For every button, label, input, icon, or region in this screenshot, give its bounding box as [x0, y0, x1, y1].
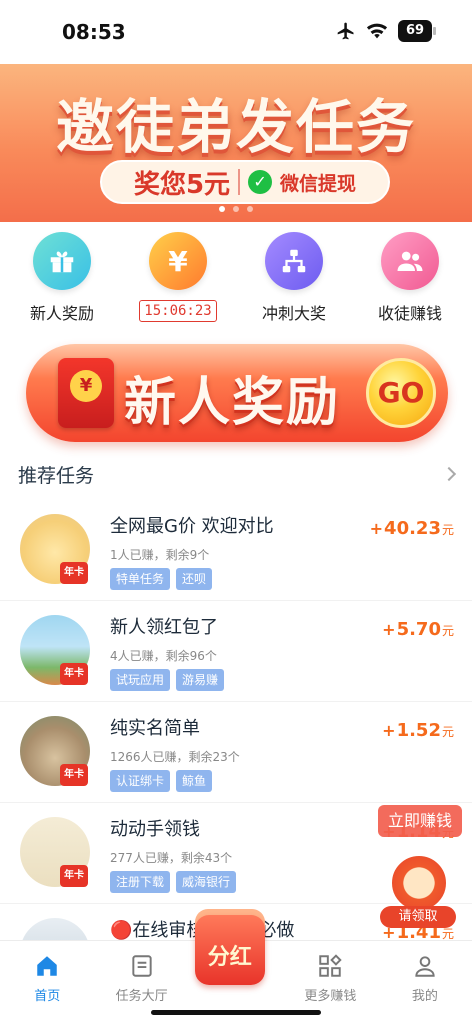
task-title: 动动手领钱: [110, 819, 200, 840]
go-button[interactable]: GO: [366, 358, 436, 428]
task-meta: 1266人已赚，剩余23个: [110, 750, 240, 764]
task-tag: 试玩应用: [110, 669, 171, 691]
tab-label: 任务大厅: [115, 989, 168, 1004]
reward-unit: 元: [441, 624, 454, 638]
yen-coin-icon: ¥: [70, 370, 102, 402]
annual-card-badge: 年卡: [60, 764, 88, 786]
carousel-dots: [0, 206, 472, 212]
document-icon: [131, 955, 152, 977]
reward-unit: 元: [441, 523, 454, 537]
yen-icon: ¥: [149, 232, 207, 290]
home-indicator: [151, 1010, 321, 1015]
task-tag: 威海银行: [176, 871, 237, 893]
check-icon: ✓: [248, 170, 273, 194]
task-tag: 游易赚: [176, 669, 225, 691]
task-tags: 试玩应用 游易赚: [110, 669, 225, 691]
sprint-icon: [265, 232, 323, 290]
reward-plus: +: [382, 721, 396, 740]
task-tag: 注册下载: [110, 871, 171, 893]
section-title: 推荐任务: [18, 464, 95, 487]
carousel-dot[interactable]: [219, 206, 225, 212]
task-title: 全网最G价 欢迎对比: [110, 516, 274, 537]
task-row[interactable]: 年卡 全网最G价 欢迎对比 1人已赚，剩余9个 特单任务 还呗 +40.23元: [0, 500, 472, 601]
task-reward: +5.70元: [382, 619, 454, 640]
carousel-dot[interactable]: [247, 206, 253, 212]
reward-plus: +: [382, 620, 396, 639]
claim-clock-widget[interactable]: 请领取: [380, 852, 456, 928]
task-row[interactable]: 年卡 纯实名简单 1266人已赚，剩余23个 认证绑卡 鲸鱼 +1.52元: [0, 702, 472, 803]
task-title: 纯实名简单: [110, 718, 200, 739]
invite-icon: [381, 232, 439, 290]
quick-entry-label: 新人奖励: [29, 304, 94, 323]
task-tags: 认证绑卡 鲸鱼: [110, 770, 213, 792]
tab-label: 首页: [34, 989, 61, 1004]
carousel-dot[interactable]: [233, 206, 239, 212]
quick-entry-newbie[interactable]: 新人奖励: [7, 232, 117, 332]
task-meta: 4人已赚，剩余96个: [110, 649, 217, 663]
banner-wechat-label: 微信提现: [280, 172, 357, 195]
claim-label: 请领取: [380, 906, 456, 928]
annual-card-badge: 年卡: [60, 865, 88, 887]
countdown-timer: 15:06:23: [139, 300, 217, 322]
banner-reward-text: 奖您5元: [133, 169, 231, 200]
quick-entry-sprint[interactable]: 冲刺大奖: [239, 232, 349, 332]
reward-amount: 5.70: [396, 619, 441, 640]
task-reward: +40.23元: [370, 518, 454, 539]
task-meta: 277人已赚，剩余43个: [110, 851, 233, 865]
task-tags: 特单任务 还呗: [110, 568, 213, 590]
task-tag: 还呗: [176, 568, 213, 590]
quick-entry-countdown[interactable]: ¥ 15:06:23: [123, 232, 233, 332]
task-reward: +1.52元: [382, 720, 454, 741]
app-screen: 08:53 69 邀徒弟发任务 奖您5元 ✓ 微信提现 新人奖励 ¥ 15:06…: [0, 0, 472, 1024]
quick-entry-label: 冲刺大奖: [261, 304, 326, 323]
alarm-clock-icon: [390, 854, 448, 912]
gift-icon: [33, 232, 91, 290]
quick-entry-row: 新人奖励 ¥ 15:06:23 冲刺大奖 收徒赚钱: [0, 232, 472, 332]
task-meta: 1人已赚，剩余9个: [110, 548, 210, 562]
task-tags: 注册下载 威海银行: [110, 871, 237, 893]
reward-amount: 40.23: [384, 518, 441, 539]
dividend-badge: 分红: [194, 915, 265, 985]
newbie-banner-title: 新人奖励: [124, 373, 341, 433]
annual-card-badge: 年卡: [60, 562, 88, 584]
task-title: 新人领红包了: [110, 617, 218, 638]
task-avatar: [20, 918, 90, 940]
annual-card-badge: 年卡: [60, 663, 88, 685]
invite-banner[interactable]: 邀徒弟发任务 奖您5元 ✓ 微信提现: [0, 64, 472, 222]
task-row[interactable]: 年卡 新人领红包了 4人已赚，剩余96个 试玩应用 游易赚 +5.70元: [0, 601, 472, 702]
status-icons: 69: [336, 20, 436, 42]
red-envelope-icon: ¥: [58, 358, 114, 428]
quick-entry-label: 收徒赚钱: [377, 304, 442, 323]
banner-reward-pill: 奖您5元 ✓ 微信提现: [100, 160, 390, 204]
newbie-reward-banner[interactable]: ¥ 新人奖励 GO: [26, 344, 448, 442]
task-tag: 鲸鱼: [176, 770, 213, 792]
user-icon: [415, 956, 435, 977]
home-icon: [37, 956, 57, 976]
status-time: 08:53: [62, 20, 126, 44]
wifi-icon: [366, 23, 388, 39]
chevron-right-icon: [441, 466, 457, 482]
status-bar: 08:53 69: [0, 0, 472, 64]
tab-label: 更多赚钱: [304, 989, 357, 1004]
tab-mine[interactable]: 我的: [378, 941, 472, 1024]
pill-divider: [238, 169, 241, 195]
tab-label: 我的: [411, 989, 438, 1004]
reward-unit: 元: [441, 927, 454, 940]
reward-plus: +: [369, 519, 384, 538]
reward-unit: 元: [441, 725, 454, 739]
task-tag: 认证绑卡: [110, 770, 171, 792]
tab-home[interactable]: 首页: [0, 941, 94, 1024]
task-tag: 特单任务: [110, 568, 171, 590]
recommended-tasks-header[interactable]: 推荐任务: [0, 452, 472, 496]
banner-title: 邀徒弟发任务: [55, 93, 416, 161]
airplane-icon: [337, 22, 354, 40]
quick-entry-invite[interactable]: 收徒赚钱: [355, 232, 465, 332]
earn-now-button[interactable]: 立即赚钱: [378, 805, 462, 837]
apps-icon: [319, 954, 343, 977]
reward-amount: 1.52: [396, 720, 441, 741]
battery-icon: 69: [398, 20, 436, 42]
